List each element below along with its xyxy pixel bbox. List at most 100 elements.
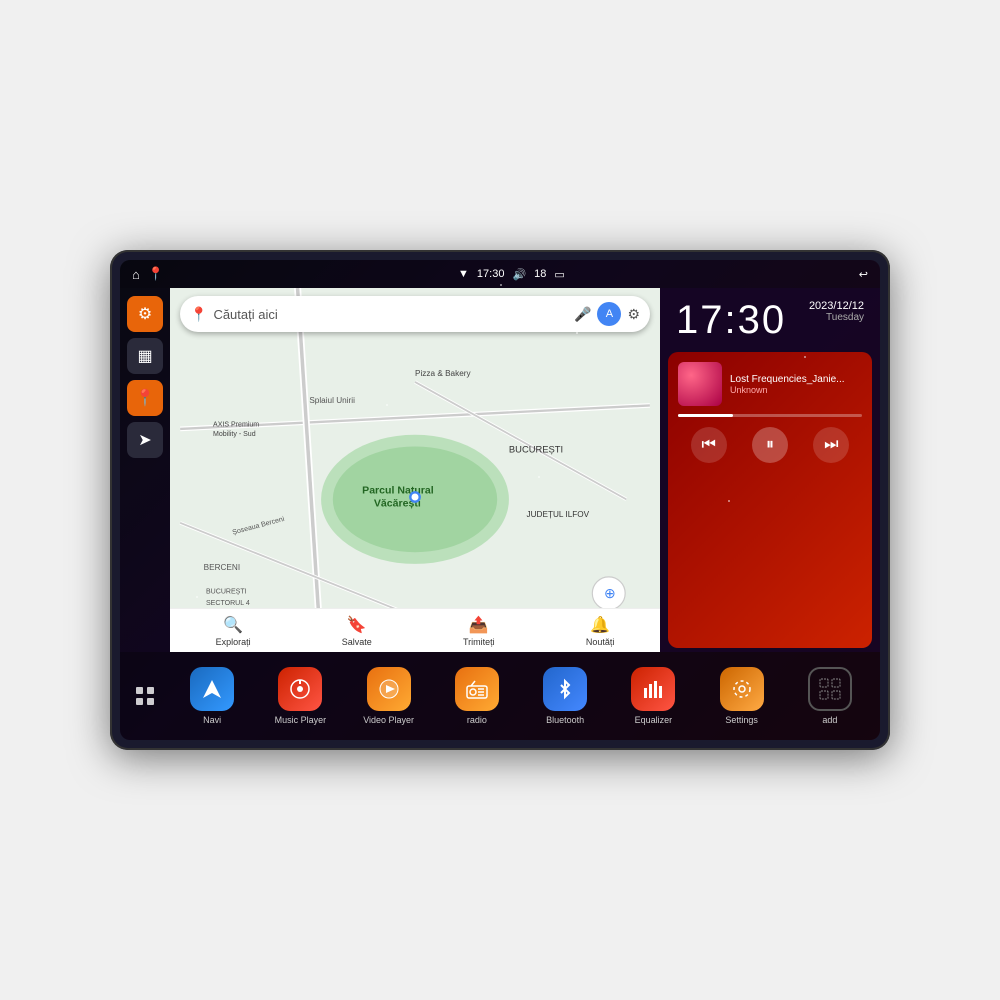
app-music-player[interactable]: Music Player <box>258 667 342 725</box>
map-settings-icon[interactable]: ⚙ <box>627 306 640 323</box>
battery-icon: ▭ <box>554 268 564 281</box>
album-art <box>678 362 722 406</box>
location-icon: 📍 <box>135 388 155 408</box>
sidebar-menu-btn[interactable]: ▦ <box>127 338 163 374</box>
radio-label: radio <box>467 715 487 725</box>
next-button[interactable]: ⏭ <box>813 427 849 463</box>
music-section: Lost Frequencies_Janie... Unknown ⏮ ⏸ ⏭ <box>668 352 872 648</box>
account-icon[interactable]: A <box>597 302 621 326</box>
add-label: add <box>822 715 837 725</box>
prev-button[interactable]: ⏮ <box>691 427 727 463</box>
back-icon[interactable]: ↩ <box>859 268 868 281</box>
map-bottom-bar: 🔍 Explorați 🔖 Salvate 📤 Trimiteți � <box>170 608 660 652</box>
music-album-row: Lost Frequencies_Janie... Unknown <box>678 362 862 406</box>
settings-icon <box>720 667 764 711</box>
svg-text:SECTORUL 4: SECTORUL 4 <box>206 600 250 607</box>
svg-text:BERCENI: BERCENI <box>204 563 240 572</box>
arrow-icon: ➤ <box>138 430 151 450</box>
clock-time: 17:30 <box>676 300 786 340</box>
grid-button[interactable] <box>127 678 163 714</box>
music-player-icon <box>278 667 322 711</box>
clock-section: 17:30 2023/12/12 Tuesday <box>660 288 880 348</box>
video-player-icon <box>367 667 411 711</box>
equalizer-icon <box>631 667 675 711</box>
settings-label: Settings <box>725 715 758 725</box>
app-video-player[interactable]: Video Player <box>347 667 431 725</box>
clock-status: 17:30 <box>477 268 505 280</box>
saved-icon: 🔖 <box>347 615 367 635</box>
app-navi[interactable]: Navi <box>170 667 254 725</box>
map-share[interactable]: 📤 Trimiteți <box>463 615 495 647</box>
app-bluetooth[interactable]: Bluetooth <box>523 667 607 725</box>
app-dock: Navi Music Player <box>120 652 880 740</box>
right-panel: 17:30 2023/12/12 Tuesday Lost Frequencie… <box>660 288 880 652</box>
app-add[interactable]: add <box>788 667 872 725</box>
svg-text:BUCUREȘTI: BUCUREȘTI <box>509 443 563 454</box>
navi-icon <box>190 667 234 711</box>
google-maps-icon: 📍 <box>190 306 207 323</box>
share-label: Trimiteți <box>463 637 495 647</box>
map-view: Parcul Natural Văcărești BUCUREȘTI JUDEȚ… <box>170 288 660 652</box>
svg-text:Pizza & Bakery: Pizza & Bakery <box>415 369 472 378</box>
map-search-bar[interactable]: 📍 Căutați aici 🎤 A ⚙ <box>180 296 650 332</box>
bluetooth-icon <box>543 667 587 711</box>
news-label: Noutăți <box>586 637 615 647</box>
sidebar-settings-btn[interactable]: ⚙ <box>127 296 163 332</box>
svg-text:JUDEȚUL ILFOV: JUDEȚUL ILFOV <box>527 510 590 519</box>
status-left: ⌂ 📍 <box>132 266 164 282</box>
map-explore[interactable]: 🔍 Explorați <box>216 615 251 647</box>
music-info: Lost Frequencies_Janie... Unknown <box>730 374 862 395</box>
main-content: ⚙ ▦ 📍 ➤ <box>120 288 880 652</box>
explore-label: Explorați <box>216 637 251 647</box>
news-icon: 🔔 <box>590 615 610 635</box>
battery-level: 18 <box>534 268 546 280</box>
sidebar-nav-btn[interactable]: ➤ <box>127 422 163 458</box>
explore-icon: 🔍 <box>223 615 243 635</box>
app-equalizer[interactable]: Equalizer <box>611 667 695 725</box>
search-placeholder[interactable]: Căutați aici <box>213 307 568 322</box>
clock-date-main: 2023/12/12 <box>809 300 864 312</box>
album-art-inner <box>678 362 722 406</box>
music-progress-fill <box>678 414 733 417</box>
video-player-label: Video Player <box>363 715 414 725</box>
music-controls: ⏮ ⏸ ⏭ <box>678 427 862 463</box>
svg-text:AXIS Premium: AXIS Premium <box>213 422 259 429</box>
svg-text:Splaiul Unirii: Splaiul Unirii <box>309 396 355 405</box>
add-icon <box>808 667 852 711</box>
app-settings[interactable]: Settings <box>700 667 784 725</box>
play-pause-button[interactable]: ⏸ <box>752 427 788 463</box>
svg-text:Mobility - Sud: Mobility - Sud <box>213 431 256 438</box>
bluetooth-label: Bluetooth <box>546 715 584 725</box>
status-center: ▼ 17:30 🔊 18 ▭ <box>458 268 565 281</box>
music-progress-bar[interactable] <box>678 414 862 417</box>
map-container[interactable]: Parcul Natural Văcărești BUCUREȘTI JUDEȚ… <box>170 288 660 652</box>
archive-icon: ▦ <box>137 346 152 366</box>
car-unit: ⌂ 📍 ▼ 17:30 🔊 18 ▭ ↩ ⚙ ▦ <box>110 250 890 750</box>
navi-label: Navi <box>203 715 221 725</box>
saved-label: Salvate <box>342 637 372 647</box>
svg-text:⊕: ⊕ <box>604 585 616 601</box>
radio-icon <box>455 667 499 711</box>
map-news[interactable]: 🔔 Noutăți <box>586 615 615 647</box>
map-saved[interactable]: 🔖 Salvate <box>342 615 372 647</box>
music-player-label: Music Player <box>275 715 327 725</box>
music-title: Lost Frequencies_Janie... <box>730 374 862 385</box>
microphone-icon[interactable]: 🎤 <box>574 306 591 323</box>
status-right: ↩ <box>859 268 868 281</box>
svg-text:Parcul Natural: Parcul Natural <box>362 484 434 496</box>
music-artist: Unknown <box>730 385 862 395</box>
status-bar: ⌂ 📍 ▼ 17:30 🔊 18 ▭ ↩ <box>120 260 880 288</box>
sidebar-maps-btn[interactable]: 📍 <box>127 380 163 416</box>
share-icon: 📤 <box>469 615 489 635</box>
volume-icon: 🔊 <box>512 268 526 281</box>
equalizer-label: Equalizer <box>635 715 673 725</box>
sidebar: ⚙ ▦ 📍 ➤ <box>120 288 170 652</box>
app-radio[interactable]: radio <box>435 667 519 725</box>
clock-date: 2023/12/12 Tuesday <box>809 300 864 323</box>
gear-icon: ⚙ <box>138 304 152 324</box>
maps-shortcut-icon[interactable]: 📍 <box>148 266 164 282</box>
home-icon[interactable]: ⌂ <box>132 267 140 282</box>
clock-date-day: Tuesday <box>809 312 864 323</box>
screen: ⌂ 📍 ▼ 17:30 🔊 18 ▭ ↩ ⚙ ▦ <box>120 260 880 740</box>
svg-text:BUCUREȘTI: BUCUREȘTI <box>206 588 247 595</box>
